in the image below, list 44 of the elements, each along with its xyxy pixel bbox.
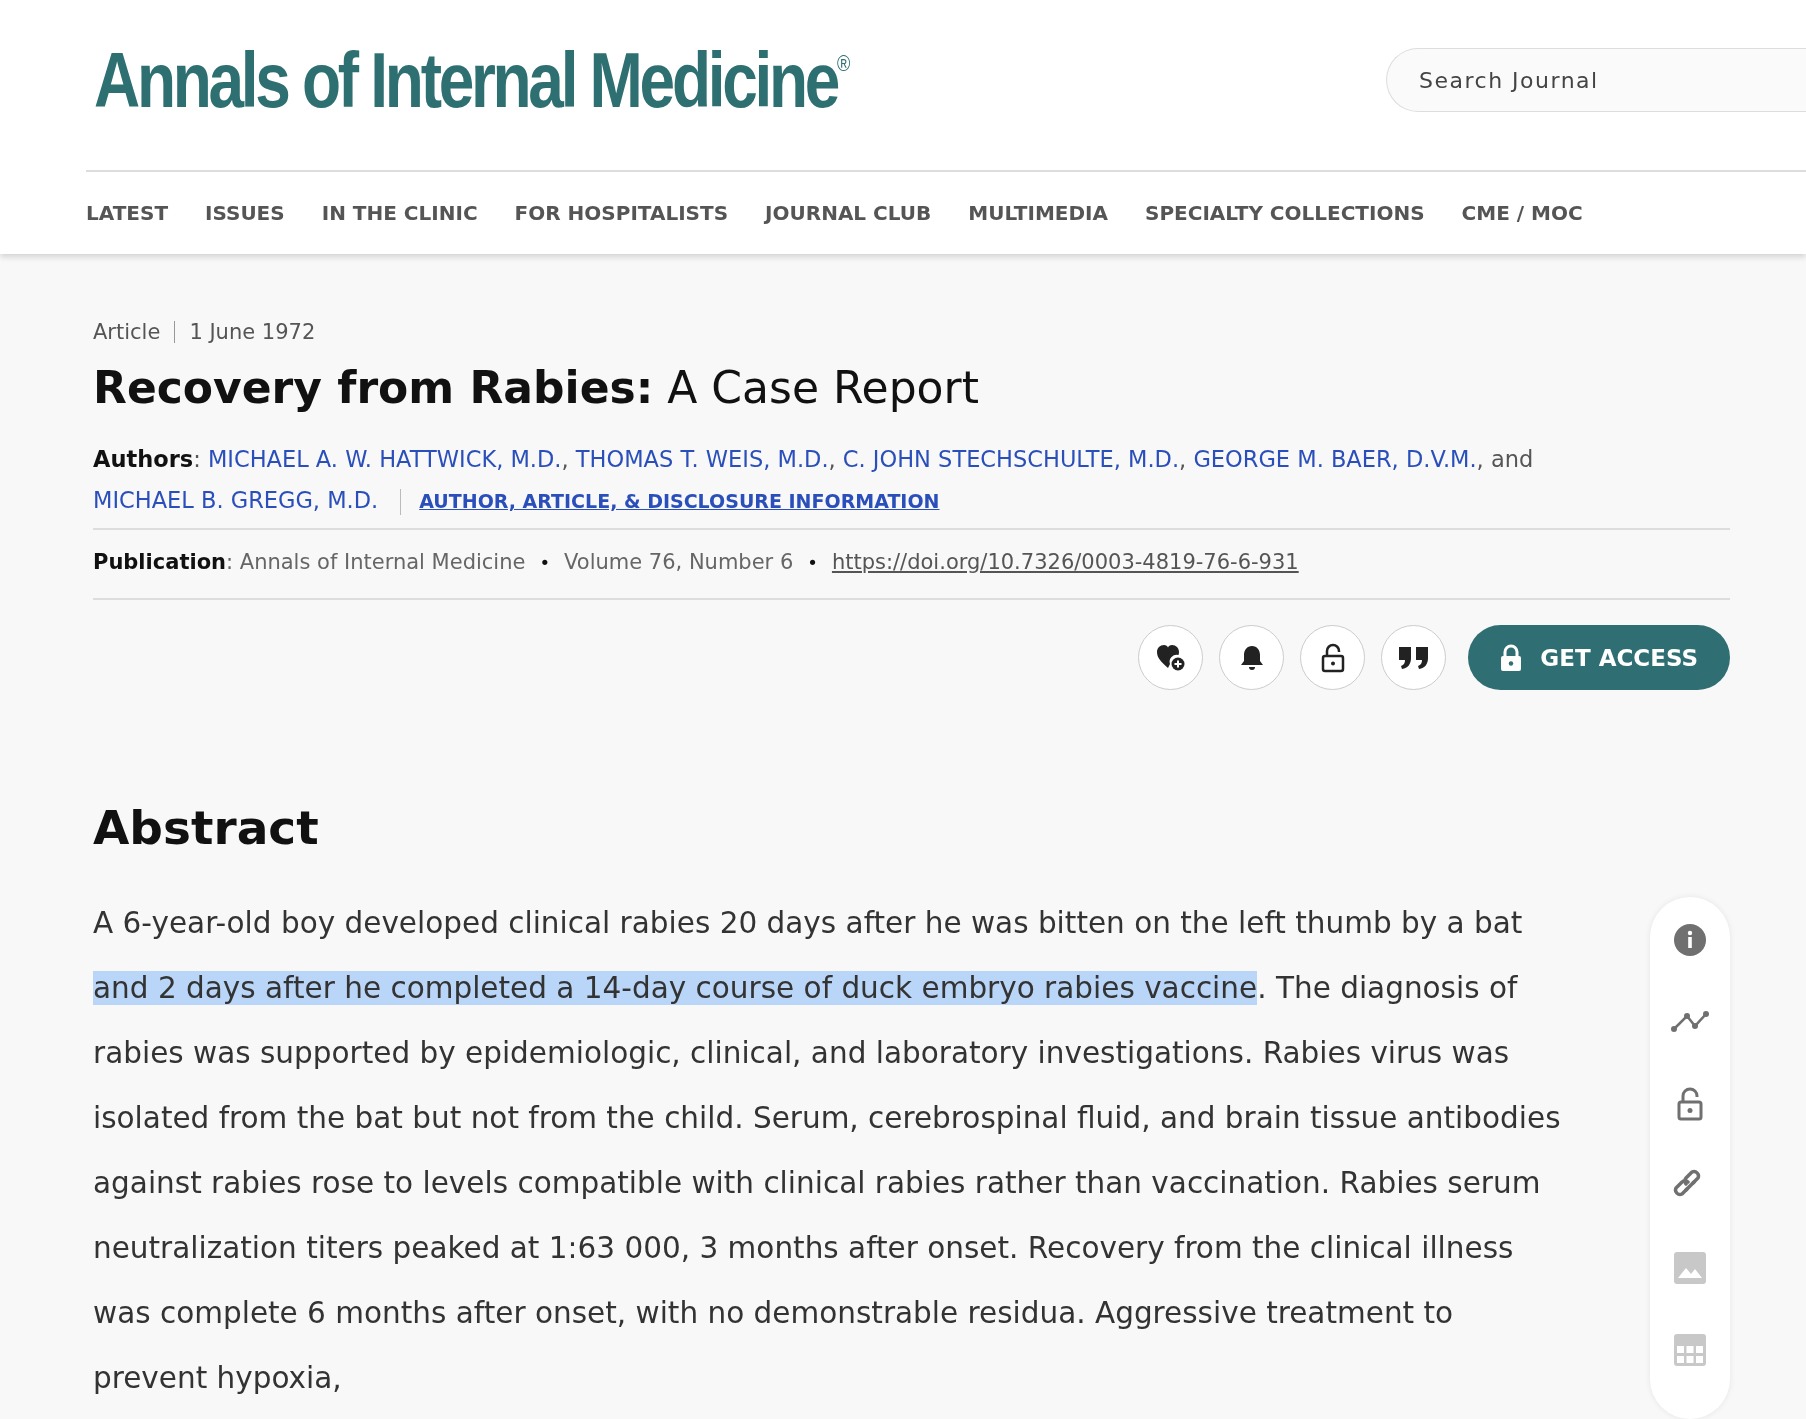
field-label: Authors [93,446,194,472]
nav-link[interactable]: IN THE CLINIC [321,201,478,225]
line-chart-icon [1671,1011,1709,1033]
author-link[interactable]: THOMAS T. WEIS, M.D. [575,446,829,472]
article-title: Recovery from Rabies: A Case Report [93,362,980,413]
meta-text: , and [1476,446,1534,472]
quote-icon [1397,645,1430,670]
author-link[interactable]: MICHAEL B. GREGG, M.D. [93,487,379,513]
section-heading: Abstract [93,800,320,855]
nav-link[interactable]: FOR HOSPITALISTS [514,201,729,225]
nav-link[interactable]: JOURNAL CLUB [765,201,932,225]
info-icon [1673,923,1707,957]
heart-plus-icon [1155,643,1186,672]
meta-text: , [561,446,570,472]
image-icon [1673,1251,1707,1285]
field-label: Publication [93,550,226,574]
table-icon [1673,1333,1707,1367]
padlock-icon [1320,642,1345,673]
meta-text: , [828,446,837,472]
journal-logo[interactable]: Annals of Internal Medicine$^{®}$ [94,34,851,126]
bell-icon [1239,643,1264,672]
abstract-paragraph: A 6-year-old boy developed clinical rabies 20 days after he was bitten on the left thumb by a bat and 2 days after he completed a 14-day course of duck embryo rabies vaccine. The diagnosis of rabies was supported by epidemiologic, clinical, and laboratory investigations. Rabies virus was isolated from the bat but not from the child. Serum, cerebrospinal fluid, and brain tissue antibodies against rabies rose to levels compatible with clinical rabies rather than vaccination. Rabies serum neutralization titers peaked at 1:63 000, 3 months after onset. Recovery from the clinical illness was complete 6 months after onset, with no demonstrable residua. Aggressive treatment to prevent hypoxia, [93,905,1562,1397]
nav-link[interactable]: MULTIMEDIA [968,201,1108,225]
meta-text: , [1179,446,1188,472]
nav-link[interactable]: CME / MOC [1461,201,1583,225]
meta-text: Volume 76, Number 6 [564,550,794,574]
article-type: Article [93,320,161,344]
search-field[interactable]: Search Journal [1386,48,1806,112]
author-link[interactable]: GEORGE M. BAER, D.V.M. [1193,446,1477,472]
nav-link[interactable]: SPECIALTY COLLECTIONS [1145,201,1425,225]
padlock-icon [1677,1087,1703,1121]
meta-text: : [193,446,202,472]
get-access-button[interactable]: GET ACCESS [1468,625,1730,690]
bullet-separator: • [807,551,818,573]
author-link[interactable]: MICHAEL A. W. HATTWICK, M.D. [207,446,562,472]
author-link[interactable]: C. JOHN STECHSCHULTE, M.D. [842,446,1180,472]
lock-icon [1500,643,1523,672]
meta-text: : Annals of Internal Medicine [226,550,526,574]
publish-date: 1 June 1972 [189,320,316,344]
doi-link[interactable]: https://doi.org/10.7326/0003-4819-76-6-931 [831,550,1299,574]
nav-link[interactable]: LATEST [86,201,169,225]
bullet-separator: • [539,551,551,573]
disclosure-link[interactable]: AUTHOR, ARTICLE, & DISCLOSURE INFORMATION [419,490,940,512]
nav-link[interactable]: ISSUES [205,201,285,225]
